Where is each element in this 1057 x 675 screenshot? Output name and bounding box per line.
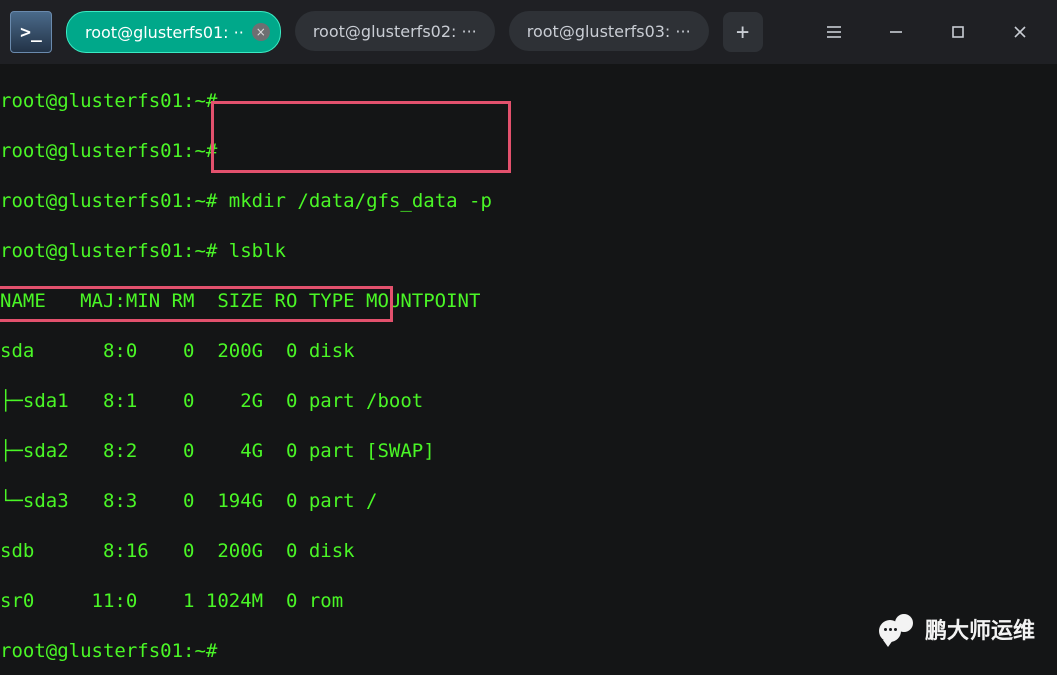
tab-glusterfs02[interactable]: root@glusterfs02: ··· <box>295 11 495 51</box>
shell-prompt: root@glusterfs01:~# <box>0 240 217 262</box>
lsblk-row: └─sda3 8:3 0 194G 0 part / <box>0 489 1057 514</box>
titlebar: >_ root@glusterfs01: ·· × root@glusterfs… <box>0 0 1057 64</box>
window-controls <box>803 9 1051 55</box>
shell-prompt: root@glusterfs01:~# <box>0 190 217 212</box>
command-text: lsblk <box>229 240 286 262</box>
tab-bar: root@glusterfs01: ·· × root@glusterfs02:… <box>66 11 709 53</box>
tab-label: root@glusterfs02: ··· <box>313 22 477 41</box>
minimize-icon <box>887 23 905 41</box>
lsblk-row: ├─sda1 8:1 0 2G 0 part /boot <box>0 389 1057 414</box>
wechat-icon <box>879 614 913 644</box>
lsblk-row: sda 8:0 0 200G 0 disk <box>0 339 1057 364</box>
tab-glusterfs01[interactable]: root@glusterfs01: ·· × <box>66 11 281 53</box>
minimize-button[interactable] <box>865 9 927 55</box>
plus-icon: + <box>736 20 749 45</box>
watermark-text: 鹏大师运维 <box>925 613 1035 645</box>
terminal-output[interactable]: root@glusterfs01:~# root@glusterfs01:~# … <box>0 64 1057 675</box>
lsblk-header: NAME MAJ:MIN RM SIZE RO TYPE MOUNTPOINT <box>0 289 1057 314</box>
watermark: 鹏大师运维 <box>879 613 1035 645</box>
terminal-app-glyph: >_ <box>20 22 42 43</box>
lsblk-row: ├─sda2 8:2 0 4G 0 part [SWAP] <box>0 439 1057 464</box>
menu-icon <box>825 23 843 41</box>
close-window-button[interactable] <box>989 9 1051 55</box>
maximize-icon <box>949 23 967 41</box>
close-icon <box>1011 23 1029 41</box>
shell-prompt: root@glusterfs01:~# <box>0 90 217 112</box>
close-icon[interactable]: × <box>252 23 270 41</box>
tab-label: root@glusterfs03: ··· <box>527 22 691 41</box>
shell-prompt: root@glusterfs01:~# <box>0 140 217 162</box>
tab-glusterfs03[interactable]: root@glusterfs03: ··· <box>509 11 709 51</box>
command-text: mkdir /data/gfs_data -p <box>229 190 492 212</box>
tab-label: root@glusterfs01: ·· <box>85 23 244 42</box>
maximize-button[interactable] <box>927 9 989 55</box>
lsblk-row: sr0 11:0 1 1024M 0 rom <box>0 589 1057 614</box>
new-tab-button[interactable]: + <box>723 12 763 52</box>
hamburger-menu-button[interactable] <box>803 9 865 55</box>
terminal-app-icon: >_ <box>10 11 52 53</box>
lsblk-row: sdb 8:16 0 200G 0 disk <box>0 539 1057 564</box>
shell-prompt: root@glusterfs01:~# <box>0 640 217 662</box>
